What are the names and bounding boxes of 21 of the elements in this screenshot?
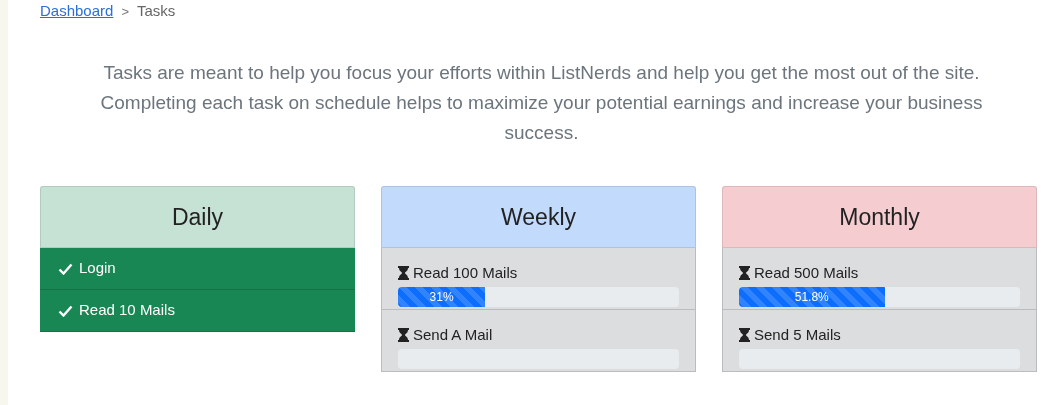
- task-label: Send A Mail: [413, 325, 493, 345]
- task-label: Read 500 Mails: [754, 263, 859, 283]
- check-icon: [58, 304, 73, 317]
- intro-paragraph: Tasks are meant to help you focus your efforts within ListNerds and help you get the most out of the site. Completing each task on schedule helps to maximize your potential earnings and increase your business success.: [99, 61, 984, 145]
- check-icon: [58, 262, 73, 275]
- progress-reading: 31%: [429, 288, 454, 306]
- breadcrumb-current: Tasks: [137, 1, 176, 22]
- hourglass-icon: [739, 328, 750, 343]
- task-label: Read 10 Mails: [79, 300, 175, 321]
- progress-reading: 51.8%: [794, 288, 829, 306]
- hourglass-icon: [398, 266, 409, 281]
- card-header: Monthly: [722, 186, 1037, 248]
- card-header: Daily: [40, 186, 355, 248]
- task-label: Login: [79, 258, 116, 279]
- task-label: Send 5 Mails: [754, 325, 841, 345]
- breadcrumb-separator: >: [121, 2, 129, 21]
- card-header: Weekly: [381, 186, 696, 248]
- dashboard-link[interactable]: Dashboard: [40, 0, 114, 23]
- task-label: Read 100 Mails: [413, 263, 518, 283]
- hourglass-icon: [739, 266, 750, 281]
- hourglass-icon: [398, 328, 409, 343]
